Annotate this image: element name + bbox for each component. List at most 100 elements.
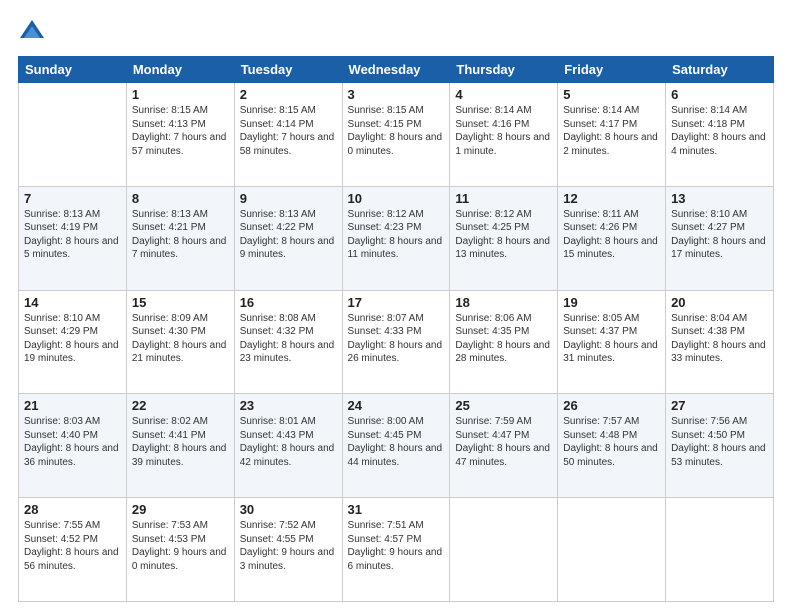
calendar-cell: 14 Sunrise: 8:10 AM Sunset: 4:29 PM Dayl…: [19, 290, 127, 394]
calendar-cell: 5 Sunrise: 8:14 AM Sunset: 4:17 PM Dayli…: [558, 83, 666, 187]
cell-sunrise: Sunrise: 8:13 AM: [240, 209, 316, 220]
day-number: 19: [563, 295, 660, 310]
cell-sunrise: Sunrise: 8:09 AM: [132, 313, 208, 324]
day-number: 31: [348, 502, 445, 517]
day-number: 6: [671, 87, 768, 102]
header: [18, 18, 774, 46]
cell-sunset: Sunset: 4:14 PM: [240, 119, 314, 130]
day-number: 23: [240, 398, 337, 413]
cell-daylight: Daylight: 8 hours and 13 minutes.: [455, 236, 550, 261]
calendar-cell: 27 Sunrise: 7:56 AM Sunset: 4:50 PM Dayl…: [666, 394, 774, 498]
calendar-cell: 6 Sunrise: 8:14 AM Sunset: 4:18 PM Dayli…: [666, 83, 774, 187]
cell-sunrise: Sunrise: 8:12 AM: [455, 209, 531, 220]
cell-sunset: Sunset: 4:50 PM: [671, 430, 745, 441]
calendar-cell: 21 Sunrise: 8:03 AM Sunset: 4:40 PM Dayl…: [19, 394, 127, 498]
calendar-cell: 26 Sunrise: 7:57 AM Sunset: 4:48 PM Dayl…: [558, 394, 666, 498]
cell-sunrise: Sunrise: 8:10 AM: [671, 209, 747, 220]
logo-icon: [18, 18, 46, 46]
cell-daylight: Daylight: 8 hours and 7 minutes.: [132, 236, 227, 261]
day-number: 26: [563, 398, 660, 413]
calendar-cell: 28 Sunrise: 7:55 AM Sunset: 4:52 PM Dayl…: [19, 498, 127, 602]
cell-sunset: Sunset: 4:29 PM: [24, 326, 98, 337]
calendar-cell: 19 Sunrise: 8:05 AM Sunset: 4:37 PM Dayl…: [558, 290, 666, 394]
cell-daylight: Daylight: 8 hours and 50 minutes.: [563, 443, 658, 468]
calendar-cell: 15 Sunrise: 8:09 AM Sunset: 4:30 PM Dayl…: [126, 290, 234, 394]
calendar-cell: 23 Sunrise: 8:01 AM Sunset: 4:43 PM Dayl…: [234, 394, 342, 498]
calendar-cell: [558, 498, 666, 602]
cell-sunset: Sunset: 4:30 PM: [132, 326, 206, 337]
day-header-friday: Friday: [558, 57, 666, 83]
cell-sunrise: Sunrise: 8:03 AM: [24, 416, 100, 427]
day-number: 11: [455, 191, 552, 206]
cell-sunrise: Sunrise: 8:13 AM: [24, 209, 100, 220]
cell-daylight: Daylight: 8 hours and 53 minutes.: [671, 443, 766, 468]
cell-daylight: Daylight: 8 hours and 39 minutes.: [132, 443, 227, 468]
day-number: 17: [348, 295, 445, 310]
calendar-cell: [450, 498, 558, 602]
cell-sunset: Sunset: 4:17 PM: [563, 119, 637, 130]
calendar-cell: 1 Sunrise: 8:15 AM Sunset: 4:13 PM Dayli…: [126, 83, 234, 187]
calendar-week-0: 1 Sunrise: 8:15 AM Sunset: 4:13 PM Dayli…: [19, 83, 774, 187]
cell-sunset: Sunset: 4:33 PM: [348, 326, 422, 337]
calendar-cell: 2 Sunrise: 8:15 AM Sunset: 4:14 PM Dayli…: [234, 83, 342, 187]
day-header-thursday: Thursday: [450, 57, 558, 83]
day-number: 8: [132, 191, 229, 206]
day-header-sunday: Sunday: [19, 57, 127, 83]
calendar-cell: [666, 498, 774, 602]
cell-sunset: Sunset: 4:19 PM: [24, 222, 98, 233]
day-number: 12: [563, 191, 660, 206]
calendar-cell: 24 Sunrise: 8:00 AM Sunset: 4:45 PM Dayl…: [342, 394, 450, 498]
cell-daylight: Daylight: 8 hours and 33 minutes.: [671, 340, 766, 365]
cell-daylight: Daylight: 9 hours and 6 minutes.: [348, 547, 443, 572]
cell-daylight: Daylight: 9 hours and 0 minutes.: [132, 547, 227, 572]
calendar-week-3: 21 Sunrise: 8:03 AM Sunset: 4:40 PM Dayl…: [19, 394, 774, 498]
cell-daylight: Daylight: 8 hours and 42 minutes.: [240, 443, 335, 468]
cell-daylight: Daylight: 8 hours and 15 minutes.: [563, 236, 658, 261]
cell-daylight: Daylight: 8 hours and 47 minutes.: [455, 443, 550, 468]
day-number: 7: [24, 191, 121, 206]
day-header-wednesday: Wednesday: [342, 57, 450, 83]
cell-sunset: Sunset: 4:16 PM: [455, 119, 529, 130]
day-number: 27: [671, 398, 768, 413]
cell-sunrise: Sunrise: 8:13 AM: [132, 209, 208, 220]
cell-daylight: Daylight: 7 hours and 57 minutes.: [132, 132, 227, 157]
cell-sunset: Sunset: 4:13 PM: [132, 119, 206, 130]
calendar-week-1: 7 Sunrise: 8:13 AM Sunset: 4:19 PM Dayli…: [19, 186, 774, 290]
day-number: 30: [240, 502, 337, 517]
day-header-tuesday: Tuesday: [234, 57, 342, 83]
cell-sunrise: Sunrise: 8:02 AM: [132, 416, 208, 427]
cell-sunrise: Sunrise: 8:15 AM: [240, 105, 316, 116]
cell-daylight: Daylight: 7 hours and 58 minutes.: [240, 132, 335, 157]
day-number: 1: [132, 87, 229, 102]
cell-sunset: Sunset: 4:27 PM: [671, 222, 745, 233]
day-number: 15: [132, 295, 229, 310]
calendar-cell: 31 Sunrise: 7:51 AM Sunset: 4:57 PM Dayl…: [342, 498, 450, 602]
cell-daylight: Daylight: 8 hours and 19 minutes.: [24, 340, 119, 365]
calendar-cell: 17 Sunrise: 8:07 AM Sunset: 4:33 PM Dayl…: [342, 290, 450, 394]
calendar-cell: 18 Sunrise: 8:06 AM Sunset: 4:35 PM Dayl…: [450, 290, 558, 394]
cell-sunset: Sunset: 4:57 PM: [348, 534, 422, 545]
calendar-week-4: 28 Sunrise: 7:55 AM Sunset: 4:52 PM Dayl…: [19, 498, 774, 602]
cell-sunset: Sunset: 4:26 PM: [563, 222, 637, 233]
day-number: 22: [132, 398, 229, 413]
cell-sunset: Sunset: 4:53 PM: [132, 534, 206, 545]
cell-sunrise: Sunrise: 7:52 AM: [240, 520, 316, 531]
calendar-cell: 8 Sunrise: 8:13 AM Sunset: 4:21 PM Dayli…: [126, 186, 234, 290]
page: SundayMondayTuesdayWednesdayThursdayFrid…: [0, 0, 792, 612]
cell-sunrise: Sunrise: 8:08 AM: [240, 313, 316, 324]
cell-sunrise: Sunrise: 8:15 AM: [132, 105, 208, 116]
day-number: 20: [671, 295, 768, 310]
day-number: 21: [24, 398, 121, 413]
day-number: 2: [240, 87, 337, 102]
cell-daylight: Daylight: 8 hours and 9 minutes.: [240, 236, 335, 261]
day-number: 10: [348, 191, 445, 206]
calendar-cell: 16 Sunrise: 8:08 AM Sunset: 4:32 PM Dayl…: [234, 290, 342, 394]
calendar-cell: [19, 83, 127, 187]
calendar-cell: 13 Sunrise: 8:10 AM Sunset: 4:27 PM Dayl…: [666, 186, 774, 290]
cell-sunrise: Sunrise: 8:00 AM: [348, 416, 424, 427]
day-number: 29: [132, 502, 229, 517]
cell-sunset: Sunset: 4:21 PM: [132, 222, 206, 233]
calendar-cell: 29 Sunrise: 7:53 AM Sunset: 4:53 PM Dayl…: [126, 498, 234, 602]
cell-sunrise: Sunrise: 8:11 AM: [563, 209, 638, 220]
cell-sunrise: Sunrise: 8:14 AM: [671, 105, 747, 116]
